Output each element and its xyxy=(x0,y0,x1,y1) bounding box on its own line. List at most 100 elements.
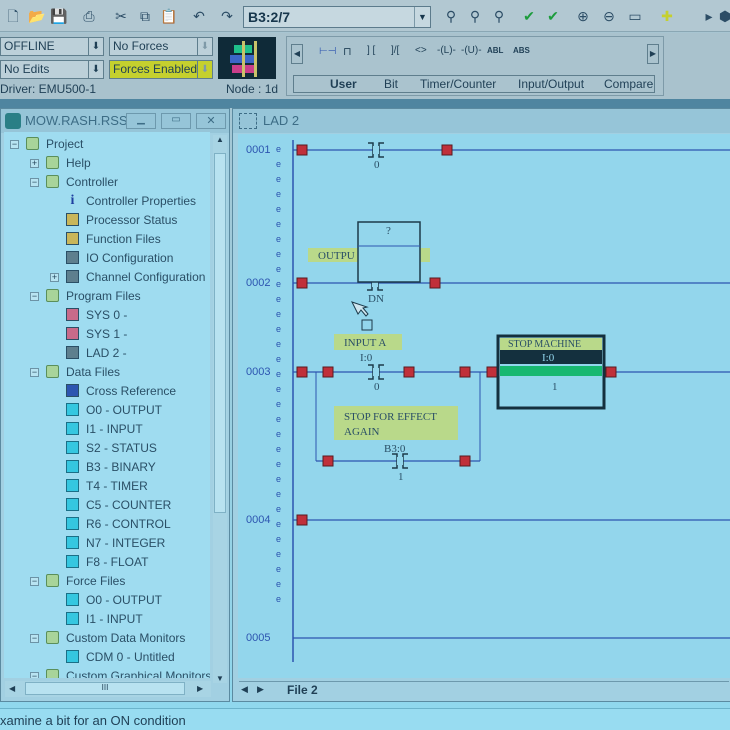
scroll-left-button[interactable]: ◀ xyxy=(291,44,303,64)
rung-icon[interactable]: ⊓ xyxy=(343,45,352,58)
close-button[interactable]: ✕ xyxy=(196,113,226,129)
tree-item[interactable]: CDM 0 - Untitled xyxy=(66,649,175,665)
scroll-thumb[interactable]: III xyxy=(25,682,185,695)
chevron-down-icon[interactable]: ⬇ xyxy=(88,38,103,55)
tree-item[interactable]: S2 - STATUS xyxy=(66,440,157,456)
forces-select[interactable]: No Forces ⬇ xyxy=(109,37,213,56)
tab-user[interactable]: User xyxy=(330,77,357,92)
restore-button[interactable]: ▭ xyxy=(161,113,191,129)
cross-reference-icon[interactable]: ⚲ xyxy=(490,7,508,25)
tree-item[interactable]: LAD 2 - xyxy=(66,345,127,361)
new-file-icon[interactable]: 🗋 xyxy=(4,7,22,25)
tree-item[interactable]: R6 - CONTROL xyxy=(66,516,171,532)
online-icon[interactable]: ⬢ xyxy=(716,7,730,25)
copy-icon[interactable]: ⧉ xyxy=(136,7,154,25)
branch-icon[interactable]: ⊢⊣ xyxy=(319,46,336,57)
tree-item[interactable]: Controller xyxy=(46,174,118,190)
tree-item[interactable]: Program Files xyxy=(46,288,141,304)
tree-item[interactable]: N7 - INTEGER xyxy=(66,535,165,551)
collapse-icon[interactable]: − xyxy=(30,178,39,187)
minimize-button[interactable]: ▁ xyxy=(126,113,156,129)
tree-item[interactable]: I1 - INPUT xyxy=(66,421,143,437)
tree-item[interactable]: I1 - INPUT xyxy=(66,611,143,627)
tree-item[interactable]: Custom Data Monitors xyxy=(46,630,185,646)
tree-item[interactable]: i Controller Properties xyxy=(71,193,197,209)
ote-icon[interactable]: <> xyxy=(415,45,427,56)
chevron-down-icon[interactable]: ▼ xyxy=(414,7,430,27)
expand-icon[interactable]: + xyxy=(50,273,59,282)
xic-icon[interactable]: ] [ xyxy=(367,45,375,56)
scroll-up-icon[interactable]: ▲ xyxy=(213,135,227,144)
collapse-icon[interactable]: − xyxy=(30,634,39,643)
tab-scroll-right[interactable]: ▶ xyxy=(257,684,264,695)
zoom-in-icon[interactable]: ⊕ xyxy=(574,7,592,25)
scroll-left-icon[interactable]: ◀ xyxy=(9,684,15,693)
replace-icon[interactable]: ⚲ xyxy=(466,7,484,25)
scroll-thumb[interactable] xyxy=(214,153,226,513)
xio-icon[interactable]: ]/[ xyxy=(391,45,399,56)
undo-icon[interactable]: ↶ xyxy=(190,7,208,25)
tab-input-output[interactable]: Input/Output xyxy=(518,77,584,92)
verify-file-icon[interactable]: ✔ xyxy=(520,7,538,25)
mode-select[interactable]: OFFLINE ⬇ xyxy=(0,37,104,56)
collapse-icon[interactable]: − xyxy=(30,292,39,301)
address-combobox[interactable]: B3:2/7 ▼ xyxy=(243,6,431,28)
scroll-right-icon[interactable]: ▶ xyxy=(197,684,203,693)
tree-item[interactable]: Cross Reference xyxy=(66,383,176,399)
tab-file-2[interactable]: File 2 xyxy=(287,683,318,697)
abs-button[interactable]: ABS xyxy=(513,46,530,55)
tree-item[interactable]: Project xyxy=(26,136,83,152)
collapse-icon[interactable]: − xyxy=(30,368,39,377)
tree-item[interactable]: Channel Configuration xyxy=(66,269,205,285)
add-icon[interactable]: ✚ xyxy=(658,7,676,25)
tab-timer-counter[interactable]: Timer/Counter xyxy=(420,77,496,92)
edits-select[interactable]: No Edits ⬇ xyxy=(0,60,104,79)
abl-button[interactable]: ABL xyxy=(487,46,503,55)
paste-icon[interactable]: 📋 xyxy=(160,7,178,25)
cut-icon[interactable]: ✂ xyxy=(112,7,130,25)
tree-item[interactable]: F8 - FLOAT xyxy=(66,554,148,570)
tree-item[interactable]: Custom Graphical Monitors xyxy=(46,668,210,678)
open-folder-icon[interactable]: 📂 xyxy=(28,7,46,25)
tree-item[interactable]: T4 - TIMER xyxy=(66,478,148,494)
tree-item[interactable]: O0 - OUTPUT xyxy=(66,402,162,418)
chevron-down-icon[interactable]: ⬇ xyxy=(88,61,103,78)
save-icon[interactable]: 💾 xyxy=(50,7,68,25)
tree-item[interactable]: Help xyxy=(46,155,91,171)
tree-item[interactable]: Processor Status xyxy=(66,212,177,228)
tree-item[interactable]: B3 - BINARY xyxy=(66,459,156,475)
address-label: I:0 xyxy=(542,352,555,364)
print-icon[interactable]: ⎙ xyxy=(80,7,98,25)
tree-item[interactable]: IO Configuration xyxy=(66,250,173,266)
scroll-down-icon[interactable]: ▼ xyxy=(213,674,227,683)
collapse-icon[interactable]: − xyxy=(30,577,39,586)
tree-item[interactable]: Data Files xyxy=(46,364,120,380)
tree-item[interactable]: SYS 1 - xyxy=(66,326,127,342)
tree-item[interactable]: SYS 0 - xyxy=(66,307,127,323)
tree-item[interactable]: C5 - COUNTER xyxy=(66,497,171,513)
window-icon[interactable]: ▭ xyxy=(626,7,644,25)
tree-item[interactable]: Function Files xyxy=(66,231,161,247)
tree-hscrollbar[interactable]: ◀ III ▶ xyxy=(5,681,211,697)
tab-compare[interactable]: Compare xyxy=(604,77,653,92)
chevron-down-icon[interactable]: ⬇ xyxy=(197,61,212,78)
tree-vscrollbar[interactable]: ▲ ▼ xyxy=(213,135,227,683)
verify-project-icon[interactable]: ✔ xyxy=(544,7,562,25)
expand-icon[interactable]: + xyxy=(30,159,39,168)
forces-enabled-select[interactable]: Forces Enabled ⬇ xyxy=(109,60,213,79)
otu-icon[interactable]: -(U)- xyxy=(461,45,482,56)
zoom-out-icon[interactable]: ⊖ xyxy=(600,7,618,25)
chevron-down-icon[interactable]: ⬇ xyxy=(197,38,212,55)
ladder-diagram[interactable]: eeeeeeeeeeeeeeeeeeeeeeeeeeeeeee 0001 000… xyxy=(238,134,730,678)
collapse-icon[interactable]: − xyxy=(10,140,19,149)
tab-scroll-left[interactable]: ◀ xyxy=(241,684,248,695)
tree-item[interactable]: O0 - OUTPUT xyxy=(66,592,162,608)
comment-text: STOP MACHINE xyxy=(508,339,581,350)
find-icon[interactable]: ⚲ xyxy=(442,7,460,25)
tree-item[interactable]: Force Files xyxy=(46,573,125,589)
scroll-right-button[interactable]: ▶ xyxy=(647,44,659,64)
otl-icon[interactable]: -(L)- xyxy=(437,45,456,56)
collapse-icon[interactable]: − xyxy=(30,672,39,678)
tab-bit[interactable]: Bit xyxy=(384,77,398,92)
redo-icon[interactable]: ↷ xyxy=(218,7,236,25)
